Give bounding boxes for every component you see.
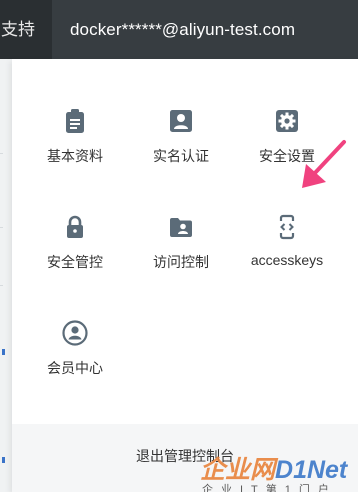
background-link-marker [2,457,5,463]
user-folder-icon [170,218,192,237]
menu-item-accesskeys[interactable]: accesskeys [242,213,332,268]
gear-icon [276,110,298,132]
menu-item-real-name-verification[interactable]: 实名认证 [136,107,226,166]
menu-item-security-control[interactable]: 安全管控 [30,213,120,272]
menu-item-basic-profile[interactable]: 基本资料 [30,107,120,166]
annotation-arrow-icon [302,140,346,188]
user-card-icon [170,110,192,132]
support-menu[interactable]: 支持 [0,0,52,59]
code-device-icon [279,214,295,240]
menu-item-label: 安全管控 [47,254,103,270]
clipboard-icon [66,109,84,133]
menu-item-member-center[interactable]: 会员中心 [30,319,120,378]
watermark-tagline: 企业IT第1门户 [202,484,337,492]
user-account-email[interactable]: docker******@aliyun-test.com [70,0,295,59]
menu-item-label: 会员中心 [47,360,103,376]
background-page [0,59,12,492]
menu-item-access-control[interactable]: 访问控制 [136,213,226,272]
user-circle-icon [62,320,88,346]
menu-item-label: accesskeys [250,252,324,268]
menu-item-label: 访问控制 [153,254,209,270]
menu-item-label: 实名认证 [153,148,209,164]
top-navigation-bar: 支持 docker******@aliyun-test.com [0,0,358,59]
menu-item-label: 基本资料 [47,148,103,164]
watermark: 企业网D1Net 企业IT第1门户 [200,448,358,492]
background-link-marker [2,349,5,355]
lock-icon [67,215,83,238]
